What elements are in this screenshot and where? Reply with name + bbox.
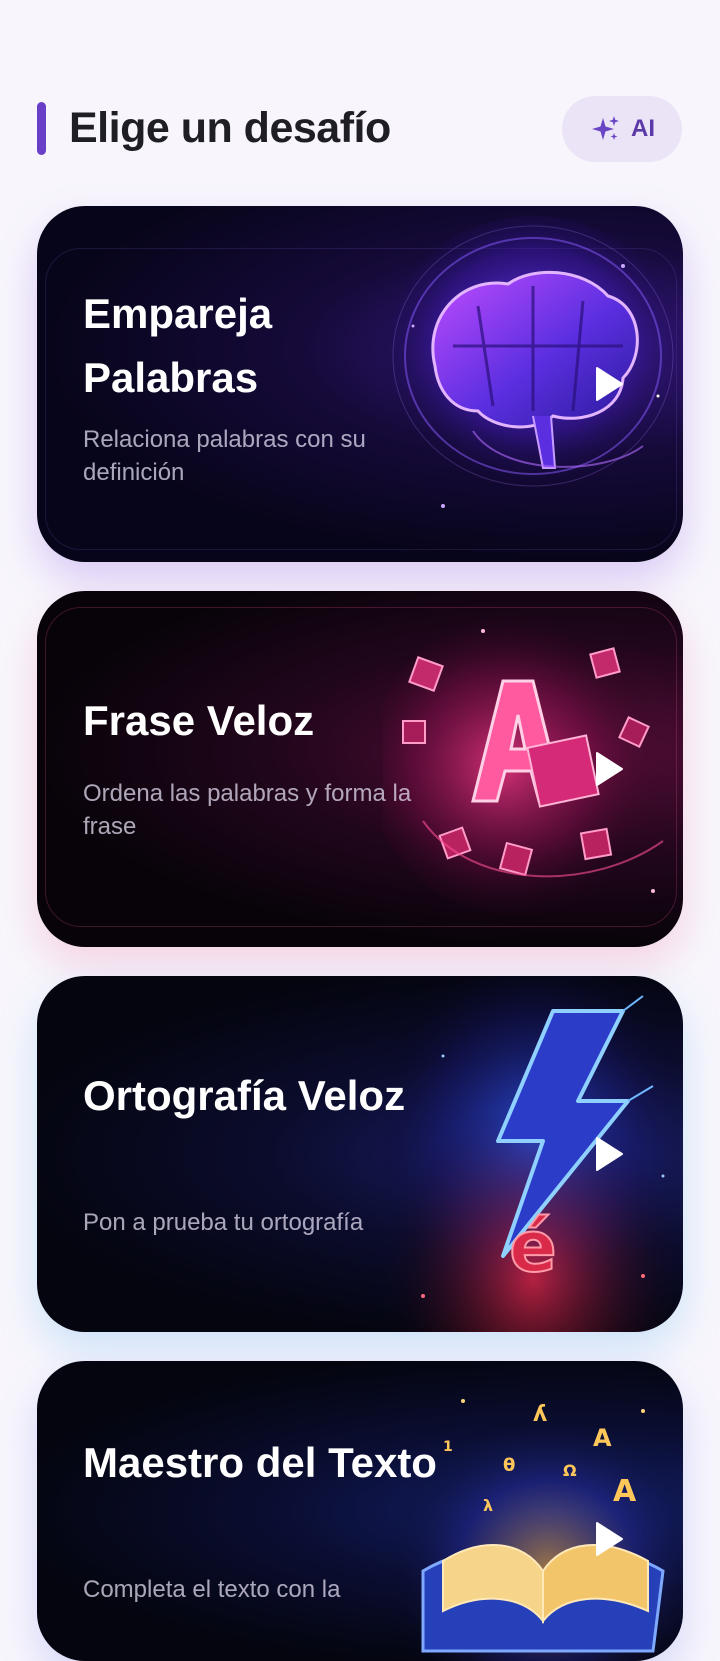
challenge-card-empareja-palabras[interactable]: Empareja Palabras Relaciona palabras con… bbox=[37, 206, 683, 562]
svg-text:ʎ: ʎ bbox=[533, 1402, 547, 1427]
card-description: Pon a prueba tu ortografía bbox=[83, 1209, 364, 1236]
letter-blocks-image bbox=[383, 591, 683, 947]
challenge-card-frase-veloz[interactable]: Frase Veloz Ordena las palabras y forma … bbox=[37, 591, 683, 947]
title-accent-bar bbox=[37, 102, 46, 155]
sparkles-icon bbox=[592, 116, 619, 140]
card-description: Relaciona palabras con su definición bbox=[83, 426, 366, 486]
play-icon[interactable] bbox=[594, 1136, 624, 1172]
ai-button[interactable]: AI bbox=[562, 96, 682, 162]
header: Elige un desafío AI bbox=[0, 0, 720, 190]
card-description: Ordena las palabras y forma la frase bbox=[83, 780, 412, 840]
svg-text:A: A bbox=[613, 1474, 637, 1509]
lightning-bolt-image: é bbox=[383, 976, 683, 1332]
svg-text:A: A bbox=[593, 1424, 612, 1452]
challenge-card-ortografia-veloz[interactable]: é Ortografía Veloz Pon a prueba tu ortog… bbox=[37, 976, 683, 1332]
page-title: Elige un desafío bbox=[69, 104, 391, 152]
challenge-card-maestro-del-texto[interactable]: ʎ A θ A λ Ω 1 Maestro del Texto Completa… bbox=[37, 1361, 683, 1661]
card-description: Completa el texto con la bbox=[83, 1576, 341, 1603]
svg-text:1: 1 bbox=[443, 1439, 453, 1455]
play-icon[interactable] bbox=[594, 366, 624, 402]
card-title: Frase Veloz bbox=[83, 697, 315, 744]
svg-text:λ: λ bbox=[483, 1496, 493, 1515]
card-title: Ortografía Veloz bbox=[83, 1072, 406, 1119]
svg-text:é: é bbox=[509, 1206, 556, 1288]
svg-text:Ω: Ω bbox=[563, 1461, 577, 1480]
ai-button-label: AI bbox=[631, 115, 655, 142]
svg-text:θ: θ bbox=[503, 1455, 515, 1476]
card-title: Maestro del Texto bbox=[83, 1439, 437, 1486]
play-icon[interactable] bbox=[594, 751, 624, 787]
play-icon[interactable] bbox=[594, 1521, 624, 1557]
card-title: Empareja Palabras bbox=[83, 290, 273, 401]
magic-book-image: ʎ A θ A λ Ω 1 bbox=[383, 1361, 683, 1661]
